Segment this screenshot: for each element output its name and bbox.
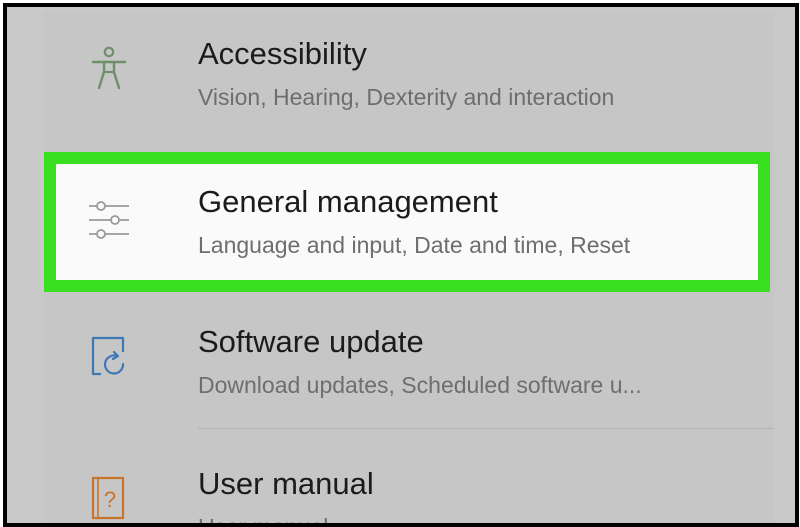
settings-item-subtitle: Language and input, Date and time, Reset — [198, 232, 631, 258]
accessibility-icon — [87, 44, 131, 92]
settings-item-title: General management — [198, 184, 498, 219]
list-divider — [198, 428, 774, 429]
help-book-icon: ? — [87, 474, 131, 522]
sliders-icon — [87, 196, 131, 244]
svg-text:?: ? — [104, 487, 116, 512]
settings-list: Accessibility Vision, Hearing, Dexterity… — [44, 12, 774, 527]
screenshot-frame: Accessibility Vision, Hearing, Dexterity… — [3, 3, 799, 527]
settings-item-subtitle: Vision, Hearing, Dexterity and interacti… — [198, 84, 615, 110]
settings-item-subtitle: User manual — [198, 514, 329, 527]
settings-item-accessibility[interactable]: Accessibility Vision, Hearing, Dexterity… — [44, 12, 774, 148]
software-update-icon — [87, 334, 131, 382]
settings-item-title: Software update — [198, 324, 424, 359]
settings-item-title: User manual — [198, 466, 374, 501]
settings-item-title: Accessibility — [198, 36, 367, 71]
page: { "settings": { "items": [ { "title": "A… — [0, 0, 800, 527]
settings-item-general-management[interactable]: General management Language and input, D… — [44, 152, 774, 292]
settings-item-user-manual[interactable]: ? User manual User manual — [44, 432, 774, 527]
settings-item-subtitle: Download updates, Scheduled software u..… — [198, 372, 642, 398]
settings-item-software-update[interactable]: Software update Download updates, Schedu… — [44, 296, 774, 428]
